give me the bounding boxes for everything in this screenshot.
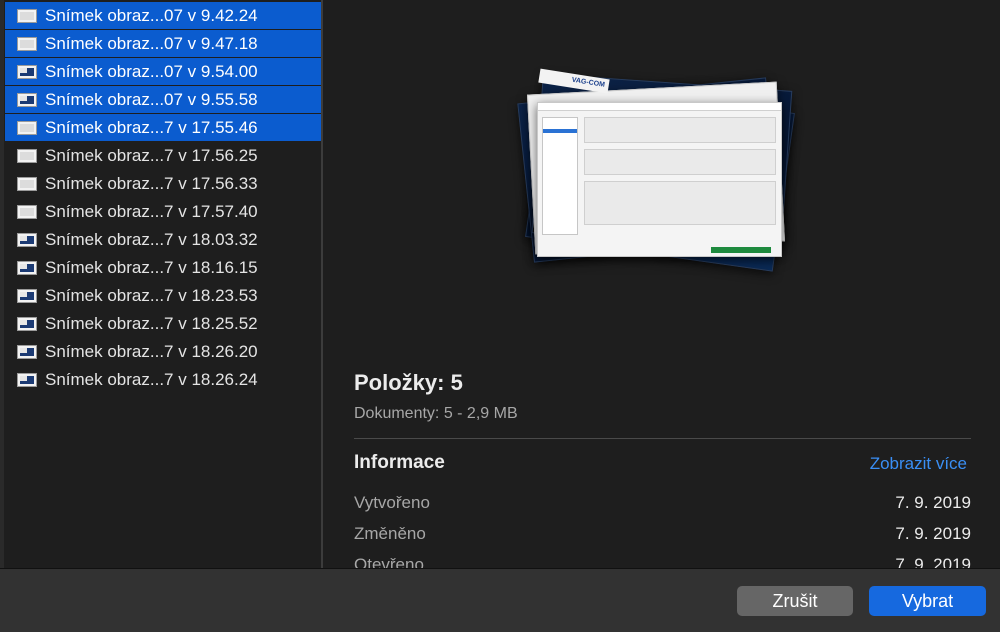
file-row[interactable]: Snímek obraz...07 v 9.42.24	[5, 2, 321, 29]
file-list[interactable]: Snímek obraz...07 v 9.42.24 Snímek obraz.…	[0, 0, 323, 568]
info-value: 7. 9. 2019	[895, 524, 971, 543]
info-heading: Informace	[354, 452, 445, 473]
info-label: Změněno	[354, 524, 426, 543]
file-row[interactable]: Snímek obraz...7 v 18.23.53	[5, 282, 321, 309]
file-row[interactable]: Snímek obraz...7 v 17.56.33	[5, 170, 321, 197]
screenshot-dark-icon	[17, 372, 37, 387]
file-name: Snímek obraz...7 v 18.23.53	[45, 285, 258, 305]
info-value: 7. 9. 2019	[895, 493, 971, 512]
divider	[354, 438, 971, 439]
screenshot-dark-icon	[17, 344, 37, 359]
file-row[interactable]: Snímek obraz...07 v 9.54.00	[5, 58, 321, 85]
info-label: Otevřeno	[354, 555, 424, 568]
file-row[interactable]: Snímek obraz...7 v 18.03.32	[5, 226, 321, 253]
thumbnail-screenshot-front	[537, 102, 782, 257]
window-sidebar	[542, 117, 578, 235]
preview-pane: VAG-COM Položky: 5 Dokumenty: 5 - 2,9 MB…	[325, 0, 1000, 568]
screenshot-dark-icon	[17, 92, 37, 107]
info-value: 7. 9. 2019	[895, 555, 971, 568]
info-row-modified: Změněno 7. 9. 2019	[354, 524, 971, 548]
items-summary: Dokumenty: 5 - 2,9 MB	[354, 405, 518, 422]
screenshot-dark-icon	[17, 232, 37, 247]
file-name: Snímek obraz...7 v 17.57.40	[45, 201, 258, 221]
window-panel	[584, 117, 776, 143]
window-panel	[584, 181, 776, 225]
info-label: Vytvořeno	[354, 493, 430, 512]
status-indicator	[711, 247, 771, 253]
file-name: Snímek obraz...7 v 18.25.52	[45, 313, 258, 333]
info-row-created: Vytvořeno 7. 9. 2019	[354, 493, 971, 517]
window-titlebar	[538, 103, 781, 111]
file-row[interactable]: Snímek obraz...7 v 18.26.20	[5, 338, 321, 365]
file-name: Snímek obraz...07 v 9.54.00	[45, 61, 258, 81]
items-count-title: Položky: 5	[354, 370, 463, 395]
file-name: Snímek obraz...7 v 18.03.32	[45, 229, 258, 249]
file-row[interactable]: Snímek obraz...7 v 18.26.24	[5, 366, 321, 393]
window-selection	[543, 129, 577, 133]
window-panel	[584, 149, 776, 175]
screenshot-light-icon	[17, 204, 37, 219]
cancel-button[interactable]: Zrušit	[737, 586, 853, 616]
screenshot-light-icon	[17, 120, 37, 135]
bottom-bar: Zrušit Vybrat	[0, 568, 1000, 632]
screenshot-dark-icon	[17, 260, 37, 275]
file-name: Snímek obraz...07 v 9.55.58	[45, 89, 258, 109]
screenshot-light-icon	[17, 36, 37, 51]
file-picker-window: Snímek obraz...07 v 9.42.24 Snímek obraz.…	[0, 0, 1000, 632]
file-row[interactable]: Snímek obraz...07 v 9.47.18	[5, 30, 321, 57]
screenshot-dark-icon	[17, 288, 37, 303]
file-name: Snímek obraz...7 v 18.16.15	[45, 257, 258, 277]
file-name: Snímek obraz...07 v 9.47.18	[45, 33, 258, 53]
show-more-link[interactable]: Zobrazit více	[870, 454, 967, 474]
screenshot-light-icon	[17, 148, 37, 163]
file-row[interactable]: Snímek obraz...7 v 18.16.15	[5, 254, 321, 281]
info-row-opened: Otevřeno 7. 9. 2019	[354, 555, 971, 568]
file-row[interactable]: Snímek obraz...7 v 17.55.46	[5, 114, 321, 141]
select-button[interactable]: Vybrat	[869, 586, 986, 616]
stacked-thumbnails: VAG-COM	[515, 68, 815, 290]
file-row[interactable]: Snímek obraz...7 v 17.56.25	[5, 142, 321, 169]
screenshot-light-icon	[17, 176, 37, 191]
file-name: Snímek obraz...7 v 18.26.20	[45, 341, 258, 361]
file-name: Snímek obraz...7 v 17.56.25	[45, 145, 258, 165]
file-name: Snímek obraz...07 v 9.42.24	[45, 5, 258, 25]
screenshot-dark-icon	[17, 316, 37, 331]
file-name: Snímek obraz...7 v 17.55.46	[45, 117, 258, 137]
file-row[interactable]: Snímek obraz...7 v 18.25.52	[5, 310, 321, 337]
file-name: Snímek obraz...7 v 17.56.33	[45, 173, 258, 193]
file-name: Snímek obraz...7 v 18.26.24	[45, 369, 258, 389]
file-row[interactable]: Snímek obraz...07 v 9.55.58	[5, 86, 321, 113]
screenshot-light-icon	[17, 8, 37, 23]
screenshot-dark-icon	[17, 64, 37, 79]
file-row[interactable]: Snímek obraz...7 v 17.57.40	[5, 198, 321, 225]
